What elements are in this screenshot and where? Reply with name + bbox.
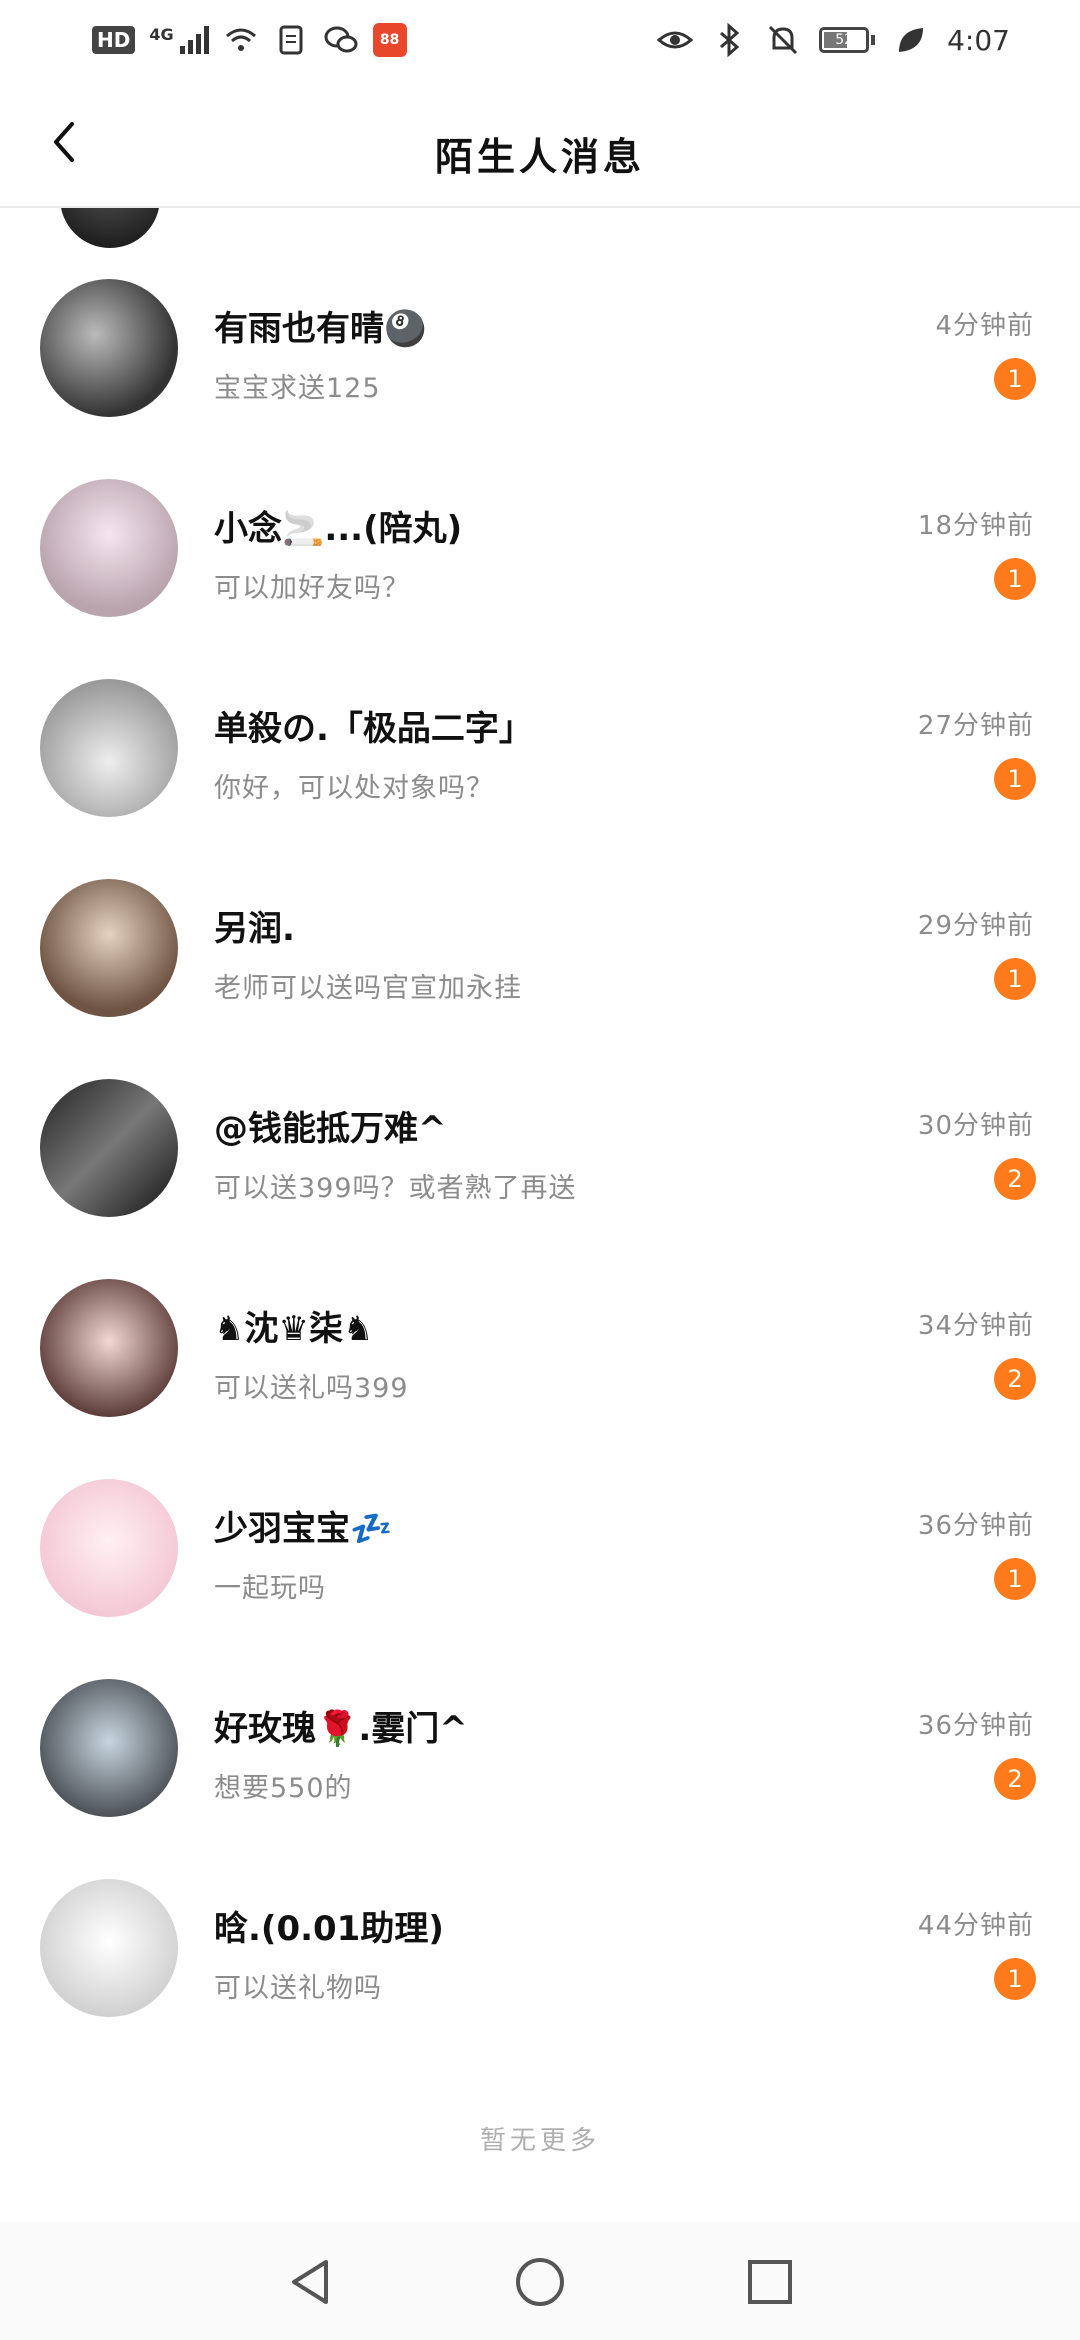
conversation-item[interactable]: 晗.(0.01助理) 可以送礼物吗 44分钟前 1	[0, 1808, 1080, 2017]
message-preview: 可以加好友吗？	[214, 573, 410, 604]
message-preview: 老师可以送吗官宣加永挂	[214, 973, 522, 1004]
contact-name: 少羽宝宝💤	[214, 1509, 393, 1549]
conversation-list[interactable]: 有雨也有晴🎱 宝宝求送125 4分钟前 1 小念🚬...(陪丸) 可以加好友吗？ 18分钟前…	[0, 208, 1080, 2017]
avatar[interactable]	[40, 1879, 178, 2017]
contact-name: 单殺の.「极品二字」	[214, 709, 533, 749]
no-more-text: 暂无更多	[479, 2126, 600, 2156]
signal-icon	[179, 26, 209, 54]
message-time: 44分钟前	[917, 1911, 1034, 1941]
message-preview: 一起玩吗	[214, 1573, 326, 1604]
wechat-icon	[324, 26, 358, 53]
unread-badge: 2	[994, 1358, 1036, 1400]
leaf-icon	[899, 28, 924, 52]
conversation-item[interactable]: 少羽宝宝💤 一起玩吗 36分钟前 1	[0, 1408, 1080, 1617]
recents-nav-button[interactable]	[740, 2252, 800, 2312]
unread-badge: 2	[994, 1758, 1036, 1800]
message-time: 30分钟前	[917, 1111, 1034, 1141]
message-preview: 你好，可以处对象吗？	[214, 773, 494, 804]
avatar[interactable]	[40, 279, 178, 417]
hd-icon: HD	[92, 26, 136, 54]
circle-home-icon	[516, 2258, 564, 2306]
contact-name: 有雨也有晴🎱	[214, 309, 427, 349]
avatar[interactable]	[40, 1079, 178, 1217]
message-preview: 可以送礼吗399	[214, 1373, 409, 1404]
battery-icon: 52	[819, 27, 876, 53]
home-nav-button[interactable]	[510, 2252, 570, 2312]
unread-badge: 1	[994, 1958, 1036, 2000]
unread-badge: 1	[994, 958, 1036, 1000]
conversation-item[interactable]: 有雨也有晴🎱 宝宝求送125 4分钟前 1	[0, 208, 1080, 417]
bluetooth-icon	[720, 22, 740, 58]
message-time: 18分钟前	[917, 511, 1034, 541]
conversation-item[interactable]: ♞沈♛柒♞ 可以送礼吗399 34分钟前 2	[0, 1208, 1080, 1417]
contact-name: @钱能抵万难^	[214, 1109, 447, 1149]
header: 陌生人消息	[0, 92, 1080, 208]
wifi-icon	[225, 28, 256, 51]
unread-badge: 1	[994, 358, 1036, 400]
clock: 4:07	[947, 23, 1010, 57]
mute-bell-icon	[769, 25, 798, 55]
message-time: 4分钟前	[935, 311, 1034, 341]
conversation-item[interactable]: 单殺の.「极品二字」你好，可以处对象吗？ 27分钟前 1	[0, 608, 1080, 817]
contact-name: 晗.(0.01助理)	[214, 1909, 444, 1949]
message-preview: 宝宝求送125	[214, 373, 381, 404]
conversation-item[interactable]: @钱能抵万难^ 可以送399吗？或者熟了再送 30分钟前 2	[0, 1008, 1080, 1217]
message-preview: 可以送礼物吗	[214, 1973, 382, 2004]
unread-badge: 1	[994, 558, 1036, 600]
eye-icon	[657, 31, 694, 49]
contact-name: ♞沈♛柒♞	[214, 1309, 374, 1349]
conversation-item[interactable]: 小念🚬...(陪丸) 可以加好友吗？ 18分钟前 1	[0, 408, 1080, 617]
page-title: 陌生人消息	[434, 135, 645, 179]
avatar[interactable]	[40, 1279, 178, 1417]
avatar[interactable]	[40, 1479, 178, 1617]
conversation-item[interactable]: 另润. 老师可以送吗官宣加永挂 29分钟前 1	[0, 808, 1080, 1017]
avatar[interactable]	[40, 479, 178, 617]
message-time: 36分钟前	[917, 1711, 1034, 1741]
message-preview: 可以送399吗？或者熟了再送	[214, 1173, 577, 1204]
battery-level: 52	[835, 32, 854, 48]
network-type: 4G	[149, 24, 174, 44]
contact-name: 好玫瑰🌹.霎门^	[214, 1709, 468, 1749]
avatar[interactable]	[40, 679, 178, 817]
triangle-back-icon	[292, 2260, 328, 2304]
message-preview: 想要550的	[214, 1773, 353, 1804]
status-bar: HD 4G 88 52 4:07	[0, 0, 1080, 84]
contact-name: 小念🚬...(陪丸)	[214, 509, 463, 549]
unread-badge: 1	[994, 1558, 1036, 1600]
back-nav-button[interactable]	[280, 2252, 340, 2312]
unread-badge: 1	[994, 758, 1036, 800]
unread-badge: 2	[994, 1158, 1036, 1200]
square-recents-icon	[748, 2260, 792, 2304]
message-time: 36分钟前	[917, 1511, 1034, 1541]
avatar[interactable]	[40, 879, 178, 1017]
document-icon	[279, 25, 303, 55]
message-time: 34分钟前	[917, 1311, 1034, 1341]
message-time: 27分钟前	[917, 711, 1034, 741]
conversation-item[interactable]: 好玫瑰🌹.霎门^ 想要550的 36分钟前 2	[0, 1608, 1080, 1817]
contact-name: 另润.	[214, 909, 295, 949]
message-time: 29分钟前	[917, 911, 1034, 941]
avatar[interactable]	[40, 1679, 178, 1817]
navigation-bar	[0, 2222, 1080, 2340]
app-notification-icon: 88	[372, 23, 407, 57]
